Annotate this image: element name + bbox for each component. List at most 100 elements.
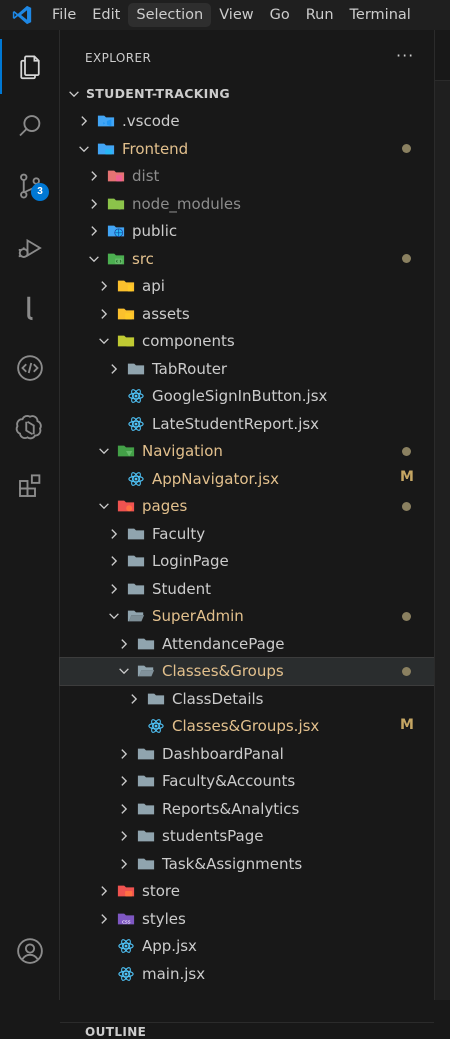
tree-item-public[interactable]: public	[60, 218, 434, 245]
tree-item-label: SuperAdmin	[152, 607, 244, 625]
chevron-down-icon[interactable]	[96, 443, 112, 459]
menu-terminal[interactable]: Terminal	[342, 3, 419, 27]
vscode-logo-icon[interactable]	[0, 0, 44, 30]
tree-item-task-assignments[interactable]: Task&Assignments	[60, 850, 434, 877]
tree-item-components[interactable]: components	[60, 328, 434, 355]
tree-item-label: AppNavigator.jsx	[152, 469, 279, 488]
activity-bar: 3	[0, 30, 60, 1000]
tree-item-label: api	[142, 277, 165, 295]
chevron-right-icon[interactable]	[106, 361, 122, 377]
react-icon	[116, 965, 136, 983]
src-folder-icon	[106, 250, 126, 268]
menu-edit[interactable]: Edit	[84, 3, 128, 27]
chevron-right-icon[interactable]	[116, 828, 132, 844]
tree-item-api[interactable]: api	[60, 273, 434, 300]
tree-item-node-modules[interactable]: node_modules	[60, 190, 434, 217]
chevron-right-icon[interactable]	[96, 911, 112, 927]
chevron-right-icon[interactable]	[86, 223, 102, 239]
tree-item-vscode[interactable]: .vscode	[60, 108, 434, 135]
folder-icon	[136, 745, 156, 763]
tree-item-label: main.jsx	[142, 964, 206, 983]
tree-item-app-jsx[interactable]: App.jsx	[60, 933, 434, 960]
tree-item-label: App.jsx	[142, 937, 197, 955]
tree-item-appnavigator-jsx[interactable]: AppNavigator.jsx M	[60, 465, 434, 492]
more-actions-icon[interactable]: ···	[396, 46, 414, 65]
chevron-down-icon[interactable]	[86, 251, 102, 267]
outline-section-header[interactable]: OUTLINE	[60, 1022, 434, 1039]
modified-indicator-dot	[402, 144, 411, 153]
tree-item-superadmin[interactable]: SuperAdmin	[60, 603, 434, 630]
chevron-down-icon[interactable]	[66, 86, 82, 102]
chevron-right-icon[interactable]	[76, 113, 92, 129]
tree-item-label: STUDENT-TRACKING	[86, 86, 230, 101]
l-extension-icon[interactable]	[0, 280, 60, 335]
chevron-down-icon[interactable]	[76, 141, 92, 157]
extensions-icon[interactable]	[0, 458, 60, 513]
source-control-icon[interactable]: 3	[0, 158, 60, 213]
tree-item-frontend[interactable]: Frontend	[60, 135, 434, 162]
menu-selection[interactable]: Selection	[128, 3, 212, 27]
tree-item-dashboardpanal[interactable]: DashboardPanal	[60, 740, 434, 767]
chevron-right-icon[interactable]	[96, 306, 112, 322]
tree-item-loginpage[interactable]: LoginPage	[60, 548, 434, 575]
chevron-right-icon[interactable]	[116, 636, 132, 652]
account-icon[interactable]	[0, 923, 60, 978]
folder-icon	[136, 635, 156, 653]
chevron-right-icon[interactable]	[116, 856, 132, 872]
code-remote-icon[interactable]	[0, 340, 60, 395]
chevron-right-icon[interactable]	[96, 278, 112, 294]
chevron-down-icon[interactable]	[106, 608, 122, 624]
tree-item-classes-groups-jsx[interactable]: Classes&Groups.jsx M	[60, 713, 434, 740]
tree-item-tabrouter[interactable]: TabRouter	[60, 355, 434, 382]
folder-icon	[126, 525, 146, 543]
tree-item-classdetails[interactable]: ClassDetails	[60, 685, 434, 712]
outline-title: OUTLINE	[85, 1025, 147, 1039]
tree-item-classes-groups[interactable]: Classes&Groups	[59, 656, 435, 686]
tree-item-styles[interactable]: css styles	[60, 905, 434, 932]
tree-item-assets[interactable]: assets	[60, 300, 434, 327]
chevron-right-icon[interactable]	[116, 746, 132, 762]
tree-item-latestudentreport-jsx[interactable]: LateStudentReport.jsx	[60, 410, 434, 437]
chevron-right-icon[interactable]	[106, 553, 122, 569]
chevron-right-icon[interactable]	[106, 526, 122, 542]
tree-item-student-tracking[interactable]: STUDENT-TRACKING	[60, 80, 434, 107]
openai-icon[interactable]	[0, 400, 60, 455]
menu-go[interactable]: Go	[262, 3, 298, 27]
chevron-right-icon[interactable]	[126, 691, 142, 707]
tree-item-googlesigninbutton-jsx[interactable]: GoogleSignInButton.jsx	[60, 383, 434, 410]
chevron-right-icon[interactable]	[106, 581, 122, 597]
chevron-down-icon[interactable]	[96, 333, 112, 349]
tree-item-src[interactable]: src	[60, 245, 434, 272]
tree-item-reports-analytics[interactable]: Reports&Analytics	[60, 795, 434, 822]
tree-item-faculty-accounts[interactable]: Faculty&Accounts	[60, 768, 434, 795]
chevron-right-icon[interactable]	[86, 196, 102, 212]
files-icon[interactable]	[0, 39, 60, 94]
chevron-right-icon[interactable]	[86, 168, 102, 184]
tree-item-student[interactable]: Student	[60, 575, 434, 602]
tree-item-pages[interactable]: pages	[60, 493, 434, 520]
chevron-down-icon[interactable]	[96, 498, 112, 514]
tree-item-navigation[interactable]: Navigation	[60, 438, 434, 465]
tree-item-label: studentsPage	[162, 827, 264, 845]
tree-item-attendancepage[interactable]: AttendancePage	[60, 630, 434, 657]
tree-item-dist[interactable]: dist	[60, 163, 434, 190]
chevron-right-icon[interactable]	[96, 883, 112, 899]
menu-run[interactable]: Run	[298, 3, 342, 27]
chevron-right-icon[interactable]	[116, 801, 132, 817]
modified-indicator-dot	[402, 611, 411, 621]
svg-text:css: css	[122, 919, 131, 925]
tree-item-studentspage[interactable]: studentsPage	[60, 823, 434, 850]
search-icon[interactable]	[0, 98, 60, 153]
tree-item-main-jsx[interactable]: main.jsx	[60, 960, 434, 987]
run-debug-icon[interactable]	[0, 220, 60, 275]
menu-file[interactable]: File	[44, 3, 84, 27]
tree-item-faculty[interactable]: Faculty	[60, 520, 434, 547]
editor-area-edge	[434, 30, 450, 1000]
chevron-right-icon[interactable]	[116, 773, 132, 789]
menu-view[interactable]: View	[211, 3, 261, 27]
tree-item-store[interactable]: store	[60, 878, 434, 905]
folder-icon	[136, 855, 156, 873]
chevron-down-icon[interactable]	[116, 663, 132, 679]
